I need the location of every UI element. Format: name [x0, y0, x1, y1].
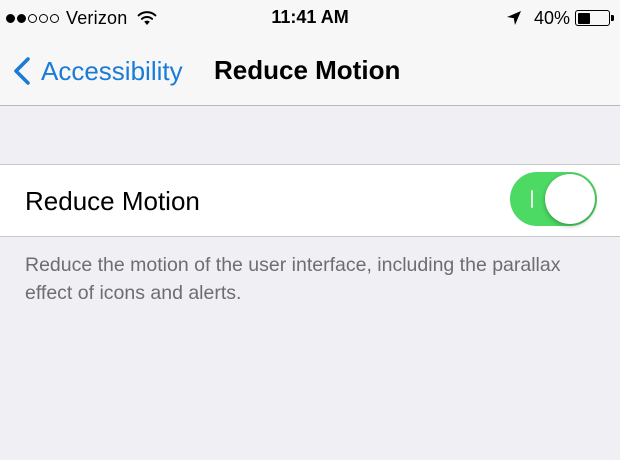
toggle-knob	[545, 174, 595, 224]
battery-nub	[611, 15, 614, 21]
page-title: Reduce Motion	[214, 55, 401, 85]
status-bar: Verizon 11:41 AM 40%	[0, 0, 620, 36]
battery-icon	[575, 10, 614, 26]
battery-percent: 40%	[533, 7, 570, 28]
reduce-motion-label: Reduce Motion	[25, 186, 200, 216]
navigation-bar: Accessibility Reduce Motion	[0, 36, 620, 106]
battery-level-fill	[577, 12, 590, 24]
reduce-motion-toggle[interactable]	[510, 172, 597, 226]
chevron-left-icon	[14, 57, 30, 85]
status-right: 40%	[506, 7, 614, 28]
location-arrow-icon	[506, 11, 521, 25]
setting-description: Reduce the motion of the user interface,…	[25, 254, 561, 304]
toggle-on-indicator	[531, 190, 533, 208]
ios-settings-screen: Verizon 11:41 AM 40% Accessibility Reduc…	[0, 0, 620, 460]
back-button[interactable]: Accessibility	[12, 54, 183, 88]
back-button-label: Accessibility	[41, 55, 183, 86]
